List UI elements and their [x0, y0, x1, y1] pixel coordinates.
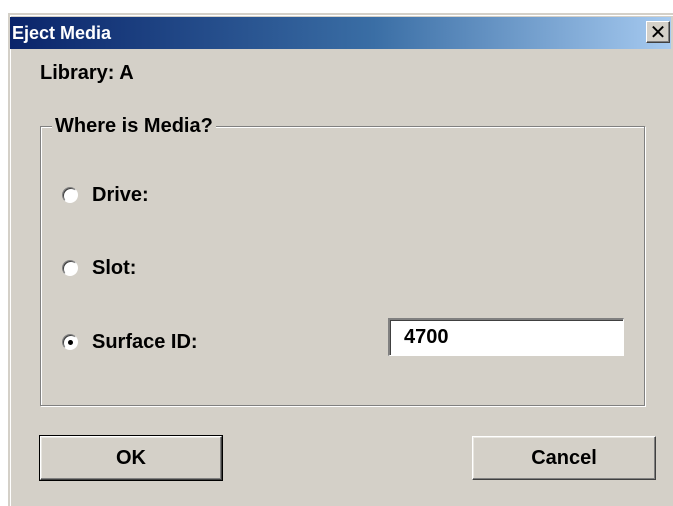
radio-option-drive[interactable]: Drive:: [62, 181, 149, 209]
close-button[interactable]: ✕: [646, 21, 670, 43]
title-bar[interactable]: Eject Media ✕: [10, 17, 671, 49]
cancel-button[interactable]: Cancel: [472, 436, 656, 480]
group-legend: Where is Media?: [52, 113, 216, 139]
surface-id-radio-label: Surface ID:: [92, 330, 198, 353]
close-icon: ✕: [649, 20, 667, 44]
slot-radio-label: Slot:: [92, 256, 137, 279]
drive-radio-button[interactable]: [62, 187, 78, 203]
slot-radio-button[interactable]: [62, 260, 78, 276]
library-label: Library: A: [40, 62, 134, 84]
radio-option-surface-id[interactable]: Surface ID:: [62, 328, 198, 356]
dialog-title: Eject Media: [12, 23, 112, 43]
radio-option-slot[interactable]: Slot:: [62, 254, 136, 282]
radio-selected-dot: [68, 340, 73, 345]
ok-button[interactable]: OK: [39, 435, 223, 481]
surface-id-input[interactable]: [388, 318, 624, 356]
drive-radio-label: Drive:: [92, 183, 149, 206]
surface-id-radio-button[interactable]: [62, 334, 78, 350]
